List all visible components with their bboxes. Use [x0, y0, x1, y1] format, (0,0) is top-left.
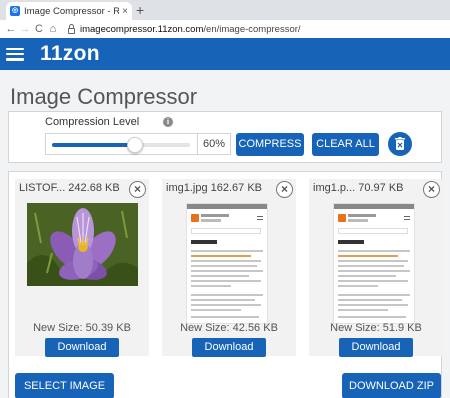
- files-area: LISTOF... 242.68 KB × New Size: 50.39 KB…: [8, 171, 443, 398]
- compression-slider[interactable]: [45, 133, 197, 155]
- file-thumbnail: [186, 203, 268, 324]
- download-button[interactable]: Download: [192, 338, 266, 357]
- file-card: img1.jpg 162.67 KB × New Size: 42.56 KB …: [162, 179, 296, 357]
- file-thumbnail: [333, 203, 415, 324]
- site-logo[interactable]: 11zon: [40, 42, 100, 66]
- compression-panel: Compression Level i 60% COMPRESS CLEAR A…: [8, 111, 442, 163]
- remove-file-icon[interactable]: ×: [276, 181, 293, 198]
- slider-fill: [52, 143, 135, 147]
- file-name-size: img1.jpg 162.67 KB: [166, 182, 263, 194]
- info-icon[interactable]: i: [163, 117, 173, 127]
- clear-all-button[interactable]: CLEAR ALL: [312, 133, 379, 156]
- file-name-size: img1.p... 70.97 KB: [313, 182, 404, 194]
- url-host: imagecompressor.11zon.com: [80, 23, 204, 35]
- select-image-button[interactable]: SELECT IMAGE: [15, 373, 114, 398]
- home-button[interactable]: ⌂: [46, 20, 60, 38]
- lock-icon[interactable]: [68, 23, 75, 34]
- page-title: Image Compressor: [10, 84, 198, 109]
- remove-file-icon[interactable]: ×: [423, 181, 440, 198]
- new-tab-button[interactable]: +: [136, 2, 144, 18]
- compression-level-label: Compression Level: [45, 116, 140, 128]
- new-size-label: New Size: 51.9 KB: [330, 322, 422, 334]
- site-header: 11zon: [0, 38, 450, 70]
- compress-button[interactable]: COMPRESS: [236, 133, 304, 156]
- download-zip-button[interactable]: DOWNLOAD ZIP: [342, 373, 441, 398]
- browser-tab[interactable]: ◎ Image Compressor - Reduce Ima ×: [6, 2, 132, 20]
- remove-file-icon[interactable]: ×: [129, 181, 146, 198]
- url-path: /en/image-compressor/: [203, 23, 301, 35]
- menu-icon[interactable]: [6, 47, 24, 61]
- trash-icon: [395, 137, 405, 150]
- file-card: LISTOF... 242.68 KB × New Size: 50.39 KB…: [15, 179, 149, 357]
- new-size-label: New Size: 42.56 KB: [180, 322, 278, 334]
- forward-button[interactable]: →: [18, 20, 32, 38]
- site-favicon-icon: ◎: [10, 6, 20, 16]
- slider-handle[interactable]: [126, 137, 143, 153]
- address-bar[interactable]: imagecompressor.11zon.com/en/image-compr…: [80, 24, 301, 35]
- back-button[interactable]: ←: [4, 20, 18, 38]
- tab-title: Image Compressor - Reduce Ima: [24, 5, 120, 17]
- file-name-size: LISTOF... 242.68 KB: [19, 182, 120, 194]
- file-thumbnail: [27, 203, 138, 286]
- download-button[interactable]: Download: [45, 338, 119, 357]
- tab-close-icon[interactable]: ×: [122, 6, 128, 17]
- compression-percent-value: 60%: [197, 133, 231, 155]
- new-size-label: New Size: 50.39 KB: [33, 322, 131, 334]
- reload-button[interactable]: C: [32, 20, 46, 38]
- browser-tab-strip: ◎ Image Compressor - Reduce Ima × +: [0, 0, 450, 20]
- slider-track[interactable]: [52, 137, 190, 153]
- download-button[interactable]: Download: [339, 338, 413, 357]
- flower-photo-icon: [27, 203, 138, 286]
- delete-all-button[interactable]: [388, 132, 412, 156]
- browser-toolbar: ← → C ⌂ imagecompressor.11zon.com/en/ima…: [0, 20, 450, 38]
- file-card: img1.p... 70.97 KB × New Size: 51.9 KB D…: [309, 179, 443, 357]
